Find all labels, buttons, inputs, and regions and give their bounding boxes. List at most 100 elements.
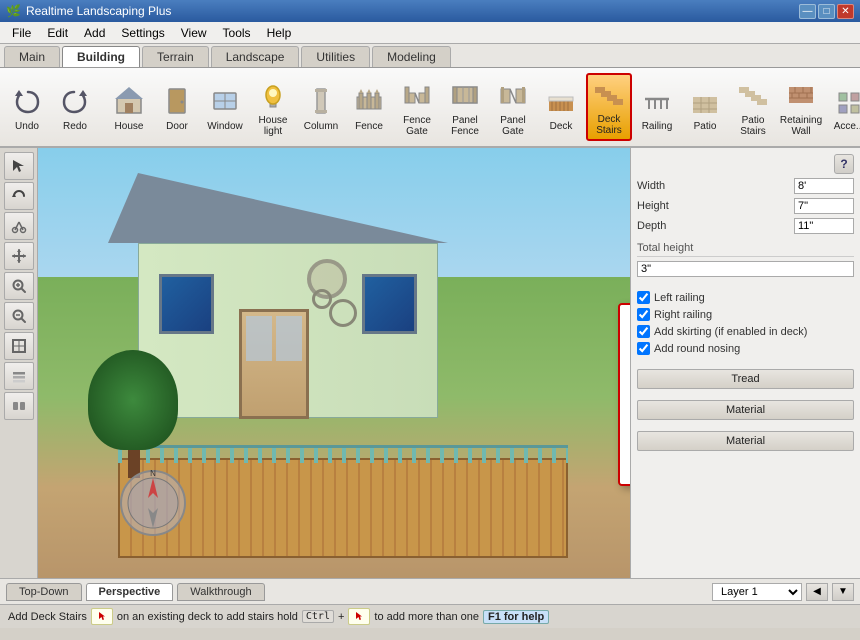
redo-label: Redo (63, 121, 87, 132)
house-button[interactable]: House (106, 73, 152, 141)
menu-add[interactable]: Add (76, 24, 113, 42)
svg-text:N: N (150, 469, 156, 478)
panel-gate-button[interactable]: Panel Gate (490, 73, 536, 141)
tab-main[interactable]: Main (4, 46, 60, 67)
patio-icon (687, 83, 723, 119)
house-light-button[interactable]: House light (250, 73, 296, 141)
fence-button[interactable]: Fence (346, 73, 392, 141)
height-label: Height (637, 200, 790, 212)
spacer4 (637, 424, 854, 427)
width-input[interactable] (794, 178, 854, 194)
patio-stairs-button[interactable]: Patio Stairs (730, 73, 776, 141)
railing-button[interactable]: Railing (634, 73, 680, 141)
depth-row: Depth (637, 218, 854, 234)
status-text-1: Add Deck Stairs (8, 611, 87, 623)
frame-tool[interactable] (4, 332, 34, 360)
accessories-button[interactable]: Acce... (826, 73, 860, 141)
retaining-wall-button[interactable]: Retaining Wall (778, 73, 824, 141)
fence-gate-label: Fence Gate (397, 115, 437, 137)
skirting-checkbox[interactable] (637, 325, 650, 338)
layer-tool[interactable] (4, 362, 34, 390)
patio-stairs-label: Patio Stairs (733, 115, 773, 137)
tab-landscape[interactable]: Landscape (211, 46, 300, 67)
material-button-1[interactable]: Material (637, 400, 854, 420)
deck-railing (118, 445, 568, 463)
railing-icon (639, 83, 675, 119)
zoom-out-tool[interactable] (4, 302, 34, 330)
deck-icon (543, 83, 579, 119)
view-tab-perspective[interactable]: Perspective (86, 583, 174, 601)
menu-settings[interactable]: Settings (113, 24, 172, 42)
window-icon (207, 83, 243, 119)
house-icon (111, 83, 147, 119)
accessories-icon (831, 83, 860, 119)
retaining-wall-label: Retaining Wall (780, 115, 822, 137)
nav-prev-button[interactable]: ◀ (806, 583, 828, 601)
pan-tool[interactable] (4, 242, 34, 270)
left-railing-row: Left railing (637, 291, 854, 304)
help-button[interactable]: ? (834, 154, 854, 174)
right-panel: ? Width Height Depth Total height Left r… (630, 148, 860, 578)
depth-input[interactable] (794, 218, 854, 234)
view-tab-topdown[interactable]: Top-Down (6, 583, 82, 601)
column-button[interactable]: Column (298, 73, 344, 141)
retaining-wall-icon (783, 77, 819, 113)
tread-button[interactable]: Tread (637, 369, 854, 389)
undo-icon (9, 83, 45, 119)
select-tool[interactable] (4, 152, 34, 180)
fence-gate-button[interactable]: Fence Gate (394, 73, 440, 141)
patio-button[interactable]: Patio (682, 73, 728, 141)
tab-terrain[interactable]: Terrain (142, 46, 209, 67)
door-button[interactable]: Door (154, 73, 200, 141)
right-railing-row: Right railing (637, 308, 854, 321)
railing-label: Railing (642, 121, 673, 132)
window-right (362, 274, 417, 334)
menu-help[interactable]: Help (259, 24, 300, 42)
undo-button[interactable]: Undo (4, 73, 50, 141)
maximize-button[interactable]: □ (818, 4, 835, 19)
scene-container: N (38, 148, 630, 578)
material-button-2[interactable]: Material (637, 431, 854, 451)
view-tab-walkthrough[interactable]: Walkthrough (177, 583, 264, 601)
deck-label: Deck (550, 121, 573, 132)
deck-stairs-button[interactable]: Deck Stairs (586, 73, 632, 141)
nosing-checkbox[interactable] (637, 342, 650, 355)
section-total-height: Total height (637, 242, 854, 257)
menu-file[interactable]: File (4, 24, 39, 42)
close-button[interactable]: ✕ (837, 4, 854, 19)
menu-tools[interactable]: Tools (215, 24, 259, 42)
minimize-button[interactable]: — (799, 4, 816, 19)
cut-tool[interactable] (4, 212, 34, 240)
patio-stairs-icon (735, 77, 771, 113)
height-input[interactable] (794, 198, 854, 214)
viewport[interactable]: N Deck Stairs Add stairs to an existing … (38, 148, 630, 578)
height-row: Height (637, 198, 854, 214)
deck-button[interactable]: Deck (538, 73, 584, 141)
panel-fence-label: Panel Fence (445, 115, 485, 137)
total-height-input[interactable] (637, 261, 854, 277)
rotate-tool[interactable] (4, 182, 34, 210)
tab-building[interactable]: Building (62, 46, 140, 67)
tab-utilities[interactable]: Utilities (301, 46, 370, 67)
left-railing-checkbox[interactable] (637, 291, 650, 304)
panel-fence-icon (447, 77, 483, 113)
deck-stairs-label: Deck Stairs (590, 114, 628, 136)
depth-label: Depth (637, 220, 790, 232)
nav-next-button[interactable]: ▼ (832, 583, 854, 601)
tab-modeling[interactable]: Modeling (372, 46, 451, 67)
settings-tool[interactable] (4, 392, 34, 420)
statusbar: Add Deck Stairs on an existing deck to a… (0, 604, 860, 628)
skirting-row: Add skirting (if enabled in deck) (637, 325, 854, 338)
layer-select[interactable]: Layer 1 (712, 583, 802, 601)
spacer2 (637, 359, 854, 365)
panel-fence-button[interactable]: Panel Fence (442, 73, 488, 141)
menu-view[interactable]: View (173, 24, 215, 42)
compass-circle[interactable]: N (118, 468, 188, 538)
accessories-label: Acce... (834, 121, 860, 132)
menu-edit[interactable]: Edit (39, 24, 76, 42)
window-button[interactable]: Window (202, 73, 248, 141)
status-click-2 (348, 608, 370, 624)
right-railing-checkbox[interactable] (637, 308, 650, 321)
zoom-tool[interactable] (4, 272, 34, 300)
redo-button[interactable]: Redo (52, 73, 98, 141)
